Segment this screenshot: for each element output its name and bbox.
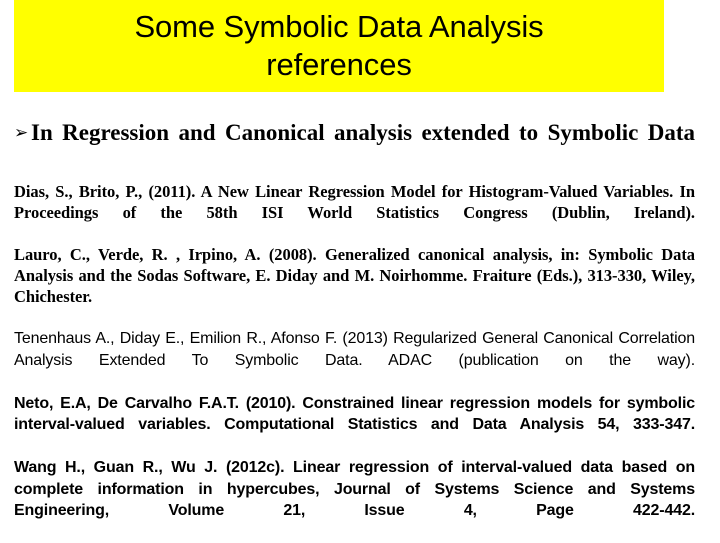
reference-item: Lauro, C., Verde, R. , Irpino, A. (2008)… [14, 245, 695, 306]
arrowhead-bullet-icon: ➢ [14, 123, 29, 143]
reference-item: Neto, E.A, De Carvalho F.A.T. (2010). Co… [14, 394, 695, 434]
title-banner: Some Symbolic Data Analysis references [14, 0, 664, 92]
bullet-heading: ➢ In Regression and Canonical analysis e… [14, 118, 695, 176]
page-title: Some Symbolic Data Analysis references [134, 9, 544, 82]
reference-item: Tenenhaus A., Diday E., Emilion R., Afon… [14, 330, 695, 369]
reference-item: Wang H., Guan R., Wu J. (2012c). Linear … [14, 459, 695, 519]
bullet-heading-text: In Regression and Canonical analysis ext… [31, 120, 695, 145]
slide-canvas: Some Symbolic Data Analysis references ➢… [0, 0, 720, 540]
reference-item: Dias, S., Brito, P., (2011). A New Linea… [14, 182, 695, 222]
slide-body: ➢ In Regression and Canonical analysis e… [14, 118, 695, 543]
